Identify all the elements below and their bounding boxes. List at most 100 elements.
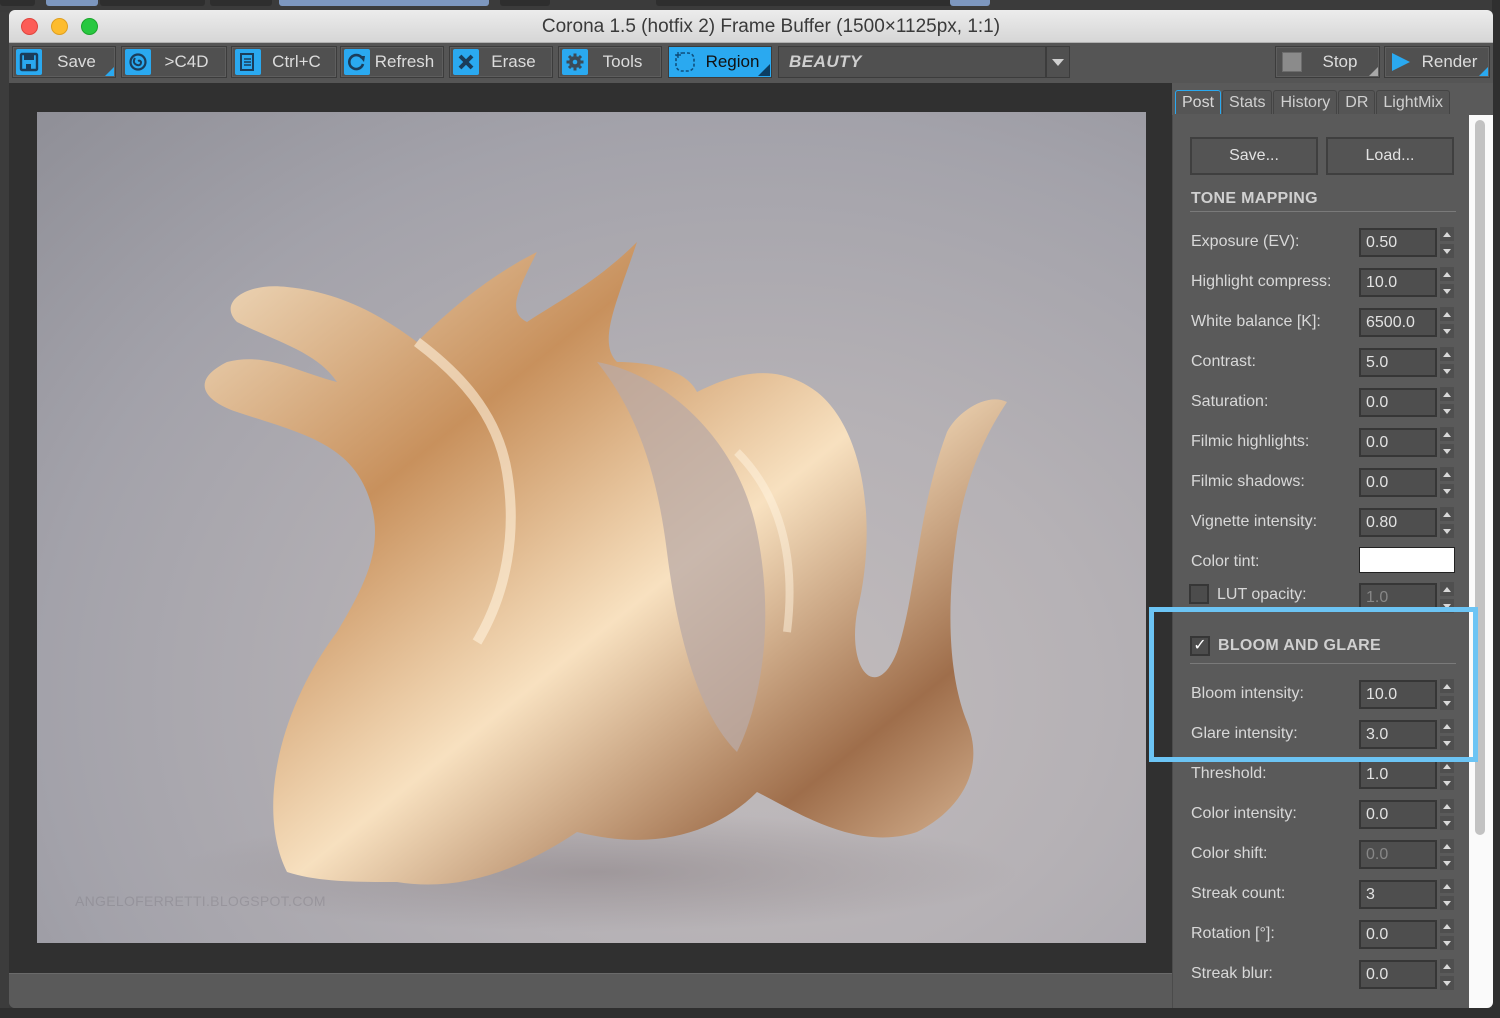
setting-value-input[interactable]: 10.0 bbox=[1359, 268, 1437, 297]
watermark-text: ANGELOFERRETTI.BLOGSPOT.COM bbox=[75, 893, 326, 909]
tab-lightmix[interactable]: LightMix bbox=[1376, 90, 1450, 114]
render-channel-select[interactable]: BEAUTY bbox=[778, 46, 1070, 78]
decrement-arrow-icon[interactable] bbox=[1440, 324, 1454, 338]
setting-label: Glare intensity: bbox=[1191, 725, 1298, 742]
setting-label: Color intensity: bbox=[1191, 805, 1297, 822]
setting-value-input[interactable]: 6500.0 bbox=[1359, 308, 1437, 337]
render-button-label: Render bbox=[1421, 52, 1478, 71]
increment-arrow-icon[interactable] bbox=[1440, 719, 1454, 733]
setting-value-input[interactable]: 0.0 bbox=[1359, 388, 1437, 417]
tab-dr[interactable]: DR bbox=[1338, 90, 1376, 114]
save-button[interactable]: Save bbox=[12, 46, 116, 78]
decrement-arrow-icon[interactable] bbox=[1440, 284, 1454, 298]
decrement-arrow-icon[interactable] bbox=[1440, 524, 1454, 538]
setting-row: Vignette intensity: 0.80 bbox=[1191, 507, 1457, 538]
tab-history[interactable]: History bbox=[1273, 90, 1338, 114]
setting-value-input[interactable]: 3 bbox=[1359, 880, 1437, 909]
tab-post[interactable]: Post bbox=[1175, 90, 1222, 114]
increment-arrow-icon[interactable] bbox=[1440, 879, 1454, 893]
setting-value-input[interactable]: 1.0 bbox=[1359, 760, 1437, 789]
decrement-arrow-icon[interactable] bbox=[1440, 856, 1454, 870]
setting-row: White balance [K]: 6500.0 bbox=[1191, 307, 1457, 338]
tools-button-label: Tools bbox=[602, 52, 643, 71]
increment-arrow-icon[interactable] bbox=[1440, 799, 1454, 813]
toolbar: Save >C4D Ctrl+C Refresh Erase Tools Reg… bbox=[9, 43, 1493, 83]
setting-row: Glare intensity: 3.0 bbox=[1191, 719, 1457, 751]
increment-arrow-icon[interactable] bbox=[1440, 582, 1454, 596]
decrement-arrow-icon[interactable] bbox=[1440, 444, 1454, 458]
copy-button[interactable]: Ctrl+C bbox=[231, 46, 337, 78]
increment-arrow-icon[interactable] bbox=[1440, 679, 1454, 693]
value-spinner bbox=[1440, 227, 1454, 259]
bloom-glare-enable-checkbox[interactable]: ✓ bbox=[1190, 636, 1210, 656]
decrement-arrow-icon[interactable] bbox=[1440, 244, 1454, 258]
decrement-arrow-icon[interactable] bbox=[1440, 936, 1454, 950]
decrement-arrow-icon[interactable] bbox=[1440, 736, 1454, 750]
increment-arrow-icon[interactable] bbox=[1440, 839, 1454, 853]
section-divider bbox=[1190, 663, 1456, 664]
render-button[interactable]: Render bbox=[1384, 46, 1490, 78]
value-spinner bbox=[1440, 347, 1454, 379]
decrement-arrow-icon[interactable] bbox=[1440, 484, 1454, 498]
refresh-button[interactable]: Refresh bbox=[340, 46, 444, 78]
decrement-arrow-icon[interactable] bbox=[1440, 364, 1454, 378]
decrement-arrow-icon[interactable] bbox=[1440, 404, 1454, 418]
decrement-arrow-icon[interactable] bbox=[1440, 776, 1454, 790]
lut-enable-checkbox[interactable] bbox=[1189, 584, 1209, 604]
increment-arrow-icon[interactable] bbox=[1440, 267, 1454, 281]
increment-arrow-icon[interactable] bbox=[1440, 227, 1454, 241]
increment-arrow-icon[interactable] bbox=[1440, 507, 1454, 521]
background-app-bottom bbox=[0, 1008, 1500, 1018]
value-spinner bbox=[1440, 759, 1454, 791]
setting-value-input[interactable]: 3.0 bbox=[1359, 720, 1437, 749]
title-bar: Corona 1.5 (hotfix 2) Frame Buffer (1500… bbox=[9, 10, 1493, 43]
lut-opacity-input[interactable]: 1.0 bbox=[1359, 583, 1437, 612]
stop-button[interactable]: Stop bbox=[1275, 46, 1380, 78]
increment-arrow-icon[interactable] bbox=[1440, 959, 1454, 973]
scrollbar-thumb[interactable] bbox=[1475, 120, 1485, 835]
rendered-image[interactable]: ANGELOFERRETTI.BLOGSPOT.COM bbox=[37, 112, 1146, 943]
setting-value-input[interactable]: 0.0 bbox=[1359, 800, 1437, 829]
render-viewport[interactable]: ANGELOFERRETTI.BLOGSPOT.COM bbox=[9, 83, 1172, 973]
increment-arrow-icon[interactable] bbox=[1440, 347, 1454, 361]
region-button[interactable]: Region bbox=[668, 46, 772, 78]
erase-x-icon bbox=[453, 49, 479, 75]
setting-value-input[interactable]: 5.0 bbox=[1359, 348, 1437, 377]
value-spinner bbox=[1440, 879, 1454, 911]
setting-value-input[interactable]: 0.50 bbox=[1359, 228, 1437, 257]
decrement-arrow-icon[interactable] bbox=[1440, 976, 1454, 990]
value-spinner bbox=[1440, 719, 1454, 751]
increment-arrow-icon[interactable] bbox=[1440, 919, 1454, 933]
increment-arrow-icon[interactable] bbox=[1440, 427, 1454, 441]
color-tint-swatch[interactable] bbox=[1359, 547, 1455, 573]
sidebar-scrollbar[interactable] bbox=[1469, 115, 1493, 1008]
setting-value-input[interactable]: 10.0 bbox=[1359, 680, 1437, 709]
setting-value-input[interactable]: 0.0 bbox=[1359, 840, 1437, 869]
increment-arrow-icon[interactable] bbox=[1440, 307, 1454, 321]
tools-button[interactable]: Tools bbox=[558, 46, 662, 78]
tab-stats[interactable]: Stats bbox=[1222, 90, 1273, 114]
decrement-arrow-icon[interactable] bbox=[1440, 816, 1454, 830]
setting-value-input[interactable]: 0.0 bbox=[1359, 960, 1437, 989]
post-load-button[interactable]: Load... bbox=[1326, 137, 1454, 175]
increment-arrow-icon[interactable] bbox=[1440, 467, 1454, 481]
setting-label: Streak count: bbox=[1191, 885, 1286, 902]
setting-value-input[interactable]: 0.0 bbox=[1359, 468, 1437, 497]
setting-value-input[interactable]: 0.80 bbox=[1359, 508, 1437, 537]
decrement-arrow-icon[interactable] bbox=[1440, 599, 1454, 613]
chevron-down-icon[interactable] bbox=[1045, 47, 1069, 77]
setting-value-input[interactable]: 0.0 bbox=[1359, 428, 1437, 457]
setting-value-input[interactable]: 0.0 bbox=[1359, 920, 1437, 949]
setting-row: Color shift: 0.0 bbox=[1191, 839, 1457, 870]
increment-arrow-icon[interactable] bbox=[1440, 387, 1454, 401]
decrement-arrow-icon[interactable] bbox=[1440, 696, 1454, 710]
setting-label: Filmic highlights: bbox=[1191, 433, 1310, 450]
setting-row: Rotation [°]: 0.0 bbox=[1191, 919, 1457, 950]
send-to-c4d-button[interactable]: >C4D bbox=[121, 46, 227, 78]
setting-label: Exposure (EV): bbox=[1191, 233, 1300, 250]
erase-button[interactable]: Erase bbox=[449, 46, 553, 78]
clipboard-copy-icon bbox=[235, 49, 261, 75]
increment-arrow-icon[interactable] bbox=[1440, 759, 1454, 773]
post-save-button[interactable]: Save... bbox=[1190, 137, 1318, 175]
decrement-arrow-icon[interactable] bbox=[1440, 896, 1454, 910]
